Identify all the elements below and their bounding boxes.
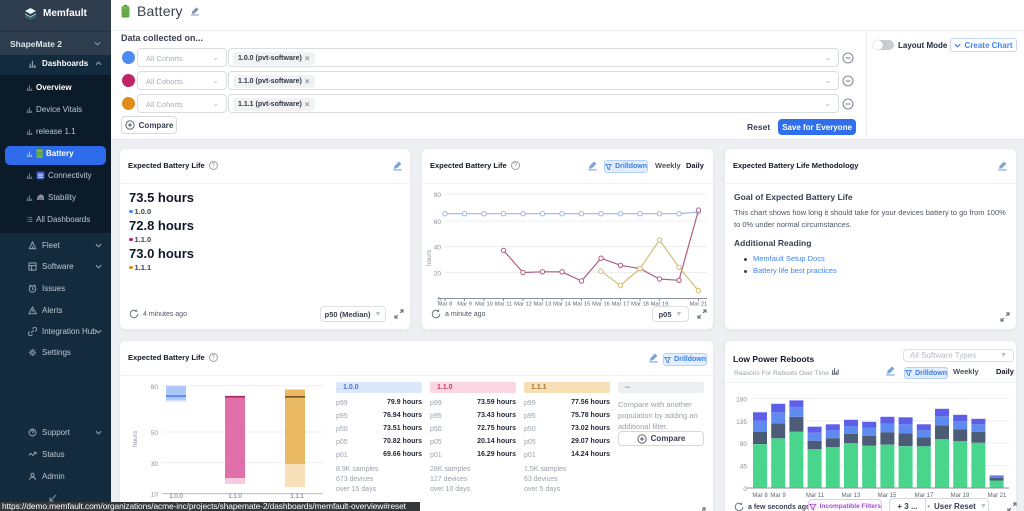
svg-text:30: 30 [151,461,159,468]
svg-text:80: 80 [434,192,442,199]
svg-text:Mar 21: Mar 21 [988,493,1007,499]
svg-text:10: 10 [151,492,159,499]
svg-text:60: 60 [434,219,442,226]
svg-text:90: 90 [740,441,748,448]
svg-text:80: 80 [151,384,159,391]
svg-text:135: 135 [736,419,747,426]
svg-text:45: 45 [740,464,748,471]
svg-text:20: 20 [434,271,442,278]
svg-text:50: 50 [151,430,159,437]
svg-text:hours: hours [132,430,139,447]
svg-text:1.1.1: 1.1.1 [290,494,304,500]
svg-text:40: 40 [434,245,442,252]
svg-text:hours: hours [426,249,433,266]
svg-text:1.0.0: 1.0.0 [169,494,183,500]
svg-text:0: 0 [743,486,747,493]
svg-text:180: 180 [736,396,747,403]
svg-text:Mar 8: Mar 8 [752,493,768,499]
svg-text:1.1.0: 1.1.0 [228,494,242,500]
svg-text:Mar 9: Mar 9 [770,493,786,499]
